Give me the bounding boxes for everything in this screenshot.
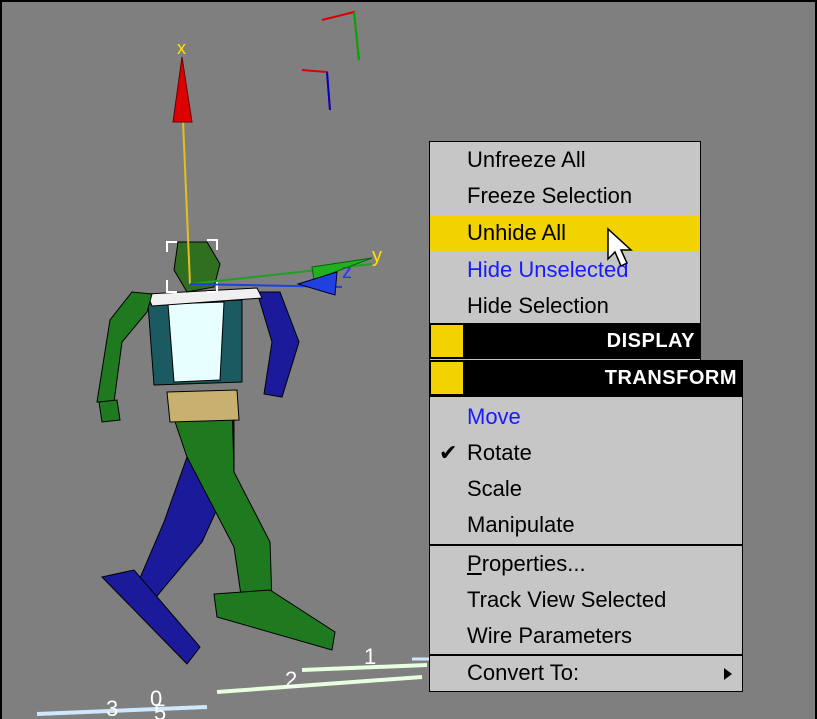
- menu-item-properties[interactable]: Properties...: [430, 546, 742, 582]
- menu-item-hide-unselected[interactable]: Hide Unselected: [430, 252, 700, 288]
- viewport[interactable]: 1 2 3 0 5 x y z Unfreeze All Freeze Sele…: [0, 0, 817, 719]
- gizmo-x-label: x: [177, 38, 186, 58]
- display-swatch: [431, 325, 463, 357]
- transform-quadrant: Move ✔ Rotate Scale Manipulate Propertie…: [429, 396, 743, 692]
- mouse-cursor-icon: [607, 227, 633, 268]
- menu-item-track-view-selected[interactable]: Track View Selected: [430, 582, 742, 618]
- transform-swatch: [431, 362, 463, 394]
- header-transform-label: TRANSFORM: [604, 367, 737, 389]
- menu-item-convert-to[interactable]: Convert To:: [430, 655, 742, 691]
- menu-item-rotate-label: Rotate: [467, 440, 532, 465]
- menu-item-wire-parameters[interactable]: Wire Parameters: [430, 618, 742, 654]
- menu-item-unhide-all[interactable]: Unhide All: [430, 215, 700, 251]
- ground-label-1: 1: [364, 644, 376, 669]
- menu-item-move[interactable]: Move: [430, 399, 742, 435]
- menu-item-convert-to-label: Convert To:: [467, 660, 580, 685]
- gizmo-y-label: y: [372, 245, 382, 267]
- properties-accelerator: P: [467, 551, 482, 576]
- axis-tripod-icon: [301, 10, 360, 111]
- header-display-label: DISPLAY: [606, 330, 695, 352]
- checkmark-icon: ✔: [439, 440, 458, 465]
- submenu-arrow-icon: [724, 668, 732, 680]
- header-display[interactable]: DISPLAY: [429, 323, 701, 359]
- menu-item-manipulate[interactable]: Manipulate: [430, 507, 742, 543]
- header-transform[interactable]: TRANSFORM: [429, 360, 743, 396]
- menu-item-rotate[interactable]: ✔ Rotate: [430, 435, 742, 471]
- menu-item-scale[interactable]: Scale: [430, 471, 742, 507]
- ground-label-3: 3: [106, 696, 118, 719]
- ground-label-2: 2: [285, 667, 297, 692]
- biped-character[interactable]: [96, 239, 336, 665]
- gizmo-z-label: z: [342, 261, 352, 283]
- menu-item-unfreeze-all[interactable]: Unfreeze All: [430, 142, 700, 178]
- menu-item-freeze-selection[interactable]: Freeze Selection: [430, 178, 700, 214]
- ground-label-5: 5: [154, 700, 166, 719]
- properties-label-rest: roperties...: [481, 551, 586, 576]
- menu-item-hide-selection[interactable]: Hide Selection: [430, 288, 700, 324]
- ground-markers: 1 2 3 0 5: [36, 644, 434, 719]
